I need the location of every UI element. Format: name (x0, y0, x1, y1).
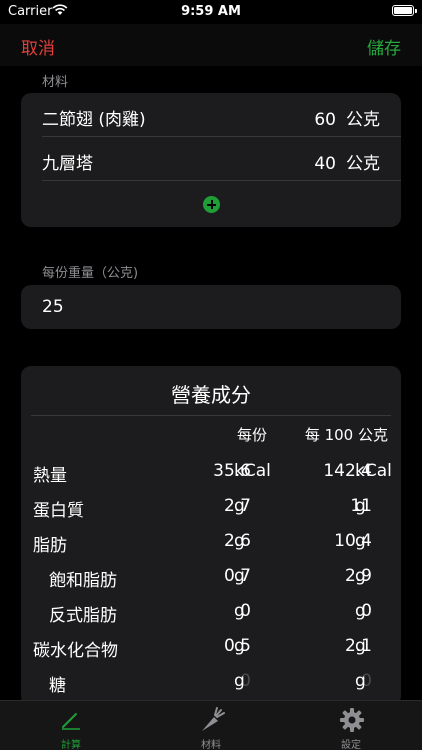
per-serving-unit: g (234, 636, 245, 656)
ingredient-row[interactable]: 二節翅 (肉雞) 60 公克 (21, 93, 401, 137)
column-header-per-100g: 每 100 公克 (304, 426, 388, 444)
per-serving-unit: kCal (234, 461, 271, 481)
nutrition-row: 蛋白質 2.7 g 11 g (21, 490, 401, 525)
add-ingredient-button[interactable] (203, 196, 220, 213)
nutrient-label: 糖 (49, 676, 66, 696)
nutrition-row: 脂肪 2.6 g 10.4 g (21, 525, 401, 560)
per-serving-unit: g (234, 531, 245, 551)
pencil-icon (62, 713, 80, 730)
battery-icon (392, 5, 417, 16)
ingredients-section-label: 材料 (42, 75, 69, 90)
clock: 9:59 AM (181, 4, 241, 19)
carrot-icon (202, 707, 225, 731)
ingredient-row[interactable]: 九層塔 40 公克 (21, 137, 401, 181)
ingredient-amount: 60 公克 (314, 110, 380, 130)
tab-calculate[interactable]: 計算 (21, 701, 121, 750)
tab-label: 計算 (61, 740, 81, 750)
per-serving-unit: g (234, 496, 245, 516)
nutrient-label: 反式脂肪 (49, 606, 117, 626)
cancel-button[interactable]: 取消 (21, 34, 55, 59)
nutrition-row: 反式脂肪 0 g 0 g (21, 595, 401, 630)
tab-bar: 計算 材料 設定 (0, 700, 422, 750)
nutrient-label: 飽和脂肪 (49, 571, 117, 591)
serving-weight-field[interactable]: 25 (21, 285, 401, 329)
status-bar: Carrier 9:59 AM (0, 0, 422, 24)
per-serving-unit: g (234, 671, 245, 691)
ingredients-card: 二節翅 (肉雞) 60 公克 九層塔 40 公克 (21, 93, 401, 227)
per-100g-unit: g (355, 566, 366, 586)
nutrition-row: 熱量 35.6 kCal 142.4 kCal (21, 455, 401, 490)
tab-ingredients[interactable]: 材料 (161, 701, 261, 750)
nutrition-row: 飽和脂肪 0.7 g 2.9 g (21, 560, 401, 595)
tab-label: 材料 (201, 740, 221, 750)
per-100g-value: 10.4 (334, 531, 372, 551)
tab-label: 設定 (341, 740, 361, 750)
divider (31, 415, 391, 416)
nutrition-card: 營養成分 每份 每 100 公克 熱量 35.6 kCal 142.4 kCal 蛋白質 2… (21, 366, 401, 706)
per-serving-unit: g (234, 566, 245, 586)
per-100g-unit: g (355, 496, 366, 516)
save-button[interactable]: 儲存 (367, 34, 401, 59)
per-100g-unit: g (355, 601, 366, 621)
navigation-bar: 取消 儲存 (0, 24, 422, 66)
nutrition-row: 糖0g0g (21, 665, 401, 700)
per-100g-unit: g (355, 636, 366, 656)
tab-settings[interactable]: 設定 (301, 701, 401, 750)
nutrition-row: 碳水化合物 0.5 g 2.1 g (21, 630, 401, 665)
nutrient-label: 蛋白質 (33, 501, 84, 521)
ingredient-amount: 40 公克 (314, 154, 380, 174)
nutrition-title: 營養成分 (171, 383, 251, 407)
per-100g-unit: g (355, 671, 366, 691)
nutrient-label: 碳水化合物 (33, 641, 118, 661)
serving-weight-label: 每份重量（公克) (42, 266, 139, 281)
nutrient-label: 脂肪 (33, 536, 67, 556)
per-serving-unit: g (234, 601, 245, 621)
ingredient-name: 九層塔 (42, 154, 93, 174)
nutrient-label: 熱量 (33, 466, 67, 486)
column-header-per-serving: 每份 (236, 426, 267, 444)
per-100g-unit: kCal (355, 461, 392, 481)
per-100g-unit: g (355, 531, 366, 551)
gear-icon (340, 708, 364, 732)
ingredient-name: 二節翅 (肉雞) (42, 110, 146, 130)
